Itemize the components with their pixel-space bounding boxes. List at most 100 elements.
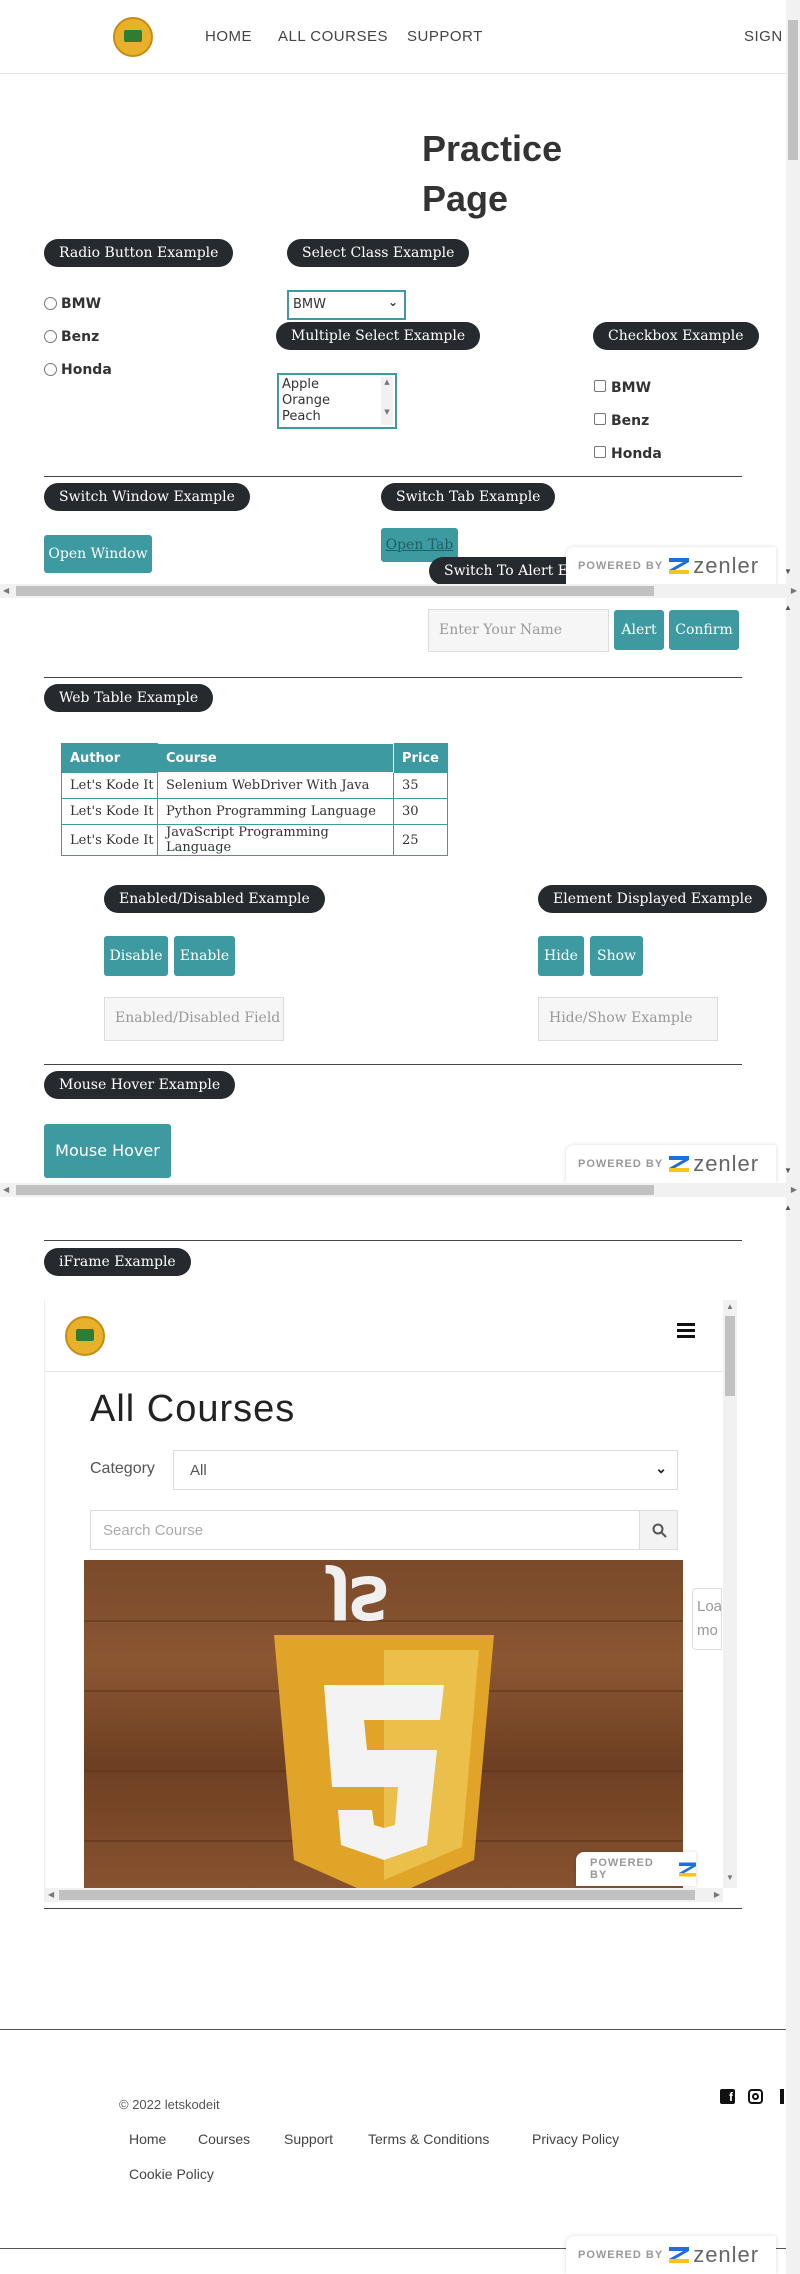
frame-scroll-thumb[interactable]: [16, 586, 654, 596]
mouse-hover-button[interactable]: Mouse Hover: [44, 1124, 171, 1178]
radio-honda-label: Honda: [61, 362, 112, 378]
iframe-scroll-left-arrow[interactable]: ◀: [48, 1890, 54, 1899]
footer-link-terms[interactable]: Terms & Conditions: [368, 2131, 489, 2147]
switch-tab-title: Switch Tab Example: [381, 483, 556, 511]
zenler-logo-icon: [678, 1862, 696, 1876]
table-cell: Let's Kode It: [61, 798, 158, 825]
enabled-disabled-field[interactable]: Enabled/Disabled Field: [104, 997, 284, 1041]
fruit-multiselect[interactable]: Apple Orange Peach ▲ ▼: [277, 373, 397, 429]
iframe-horizontal-scrollbar[interactable]: ◀ ▶: [45, 1888, 723, 1902]
nav-home[interactable]: HOME: [205, 28, 252, 45]
mouse-hover-title: Mouse Hover Example: [44, 1071, 236, 1099]
fruit-option-orange[interactable]: Orange: [282, 393, 392, 409]
courses-table: Author Course Price Let's Kode It Seleni…: [61, 743, 448, 856]
social-icon-partial[interactable]: [780, 2089, 784, 2104]
zenler-badge-2[interactable]: POWERED BY zenler: [566, 1145, 776, 1183]
nav-support[interactable]: SUPPORT: [407, 28, 483, 45]
footer-link-cookie[interactable]: Cookie Policy: [129, 2166, 214, 2182]
table-row: Let's Kode It Selenium WebDriver With Ja…: [61, 772, 448, 799]
iframe-scroll-right-arrow[interactable]: ▶: [714, 1890, 720, 1899]
iframe-scroll-thumb[interactable]: [725, 1316, 735, 1396]
footer-link-privacy[interactable]: Privacy Policy: [532, 2131, 619, 2147]
car-select-value: BMW: [293, 297, 326, 312]
category-select[interactable]: All ⌄: [173, 1450, 678, 1490]
table-cell: Let's Kode It: [61, 772, 158, 799]
frame-scroll-up-arrow[interactable]: ▲: [784, 1203, 792, 1212]
powered-by-text: POWERED BY: [578, 1158, 664, 1170]
nav-sign-in[interactable]: SIGN: [744, 28, 783, 45]
table-header: Price: [393, 743, 448, 773]
chevron-down-icon: ⌄: [387, 295, 398, 309]
radio-honda[interactable]: [44, 363, 57, 376]
zenler-badge-3[interactable]: POWERED BY zenler: [566, 2236, 776, 2274]
iframe-scroll-down-arrow[interactable]: ▼: [726, 1873, 734, 1882]
fruit-option-apple[interactable]: Apple: [282, 377, 392, 393]
powered-by-text: POWERED BY: [590, 1857, 654, 1881]
powered-by-text: POWERED BY: [578, 2249, 664, 2261]
iframe-hscroll-thumb[interactable]: [59, 1890, 695, 1900]
side-text-2: mo: [697, 1622, 718, 1639]
section-divider: [44, 1064, 742, 1065]
hamburger-menu-icon[interactable]: [677, 1323, 695, 1339]
iframe-logo[interactable]: [65, 1316, 105, 1356]
scroll-left-arrow[interactable]: ◀: [3, 1185, 9, 1194]
footer-link-courses[interactable]: Courses: [198, 2131, 250, 2147]
table-cell: 30: [393, 798, 448, 825]
instagram-icon[interactable]: [748, 2089, 763, 2104]
facebook-icon[interactable]: f: [720, 2089, 735, 2104]
page-scrollbar[interactable]: [786, 0, 800, 2274]
scroll-left-arrow[interactable]: ◀: [3, 586, 9, 595]
search-course-input[interactable]: Search Course: [90, 1510, 641, 1550]
scroll-right-arrow[interactable]: ▶: [791, 1185, 797, 1194]
checkbox-bmw[interactable]: [594, 380, 606, 392]
frame-horizontal-scrollbar[interactable]: ◀ ▶: [0, 1183, 800, 1197]
hide-button[interactable]: Hide: [538, 936, 584, 976]
radio-benz[interactable]: [44, 330, 57, 343]
hide-show-field[interactable]: Hide/Show Example: [538, 997, 718, 1041]
table-cell: Python Programming Language: [157, 798, 394, 825]
zenler-logo-icon: [669, 1156, 690, 1172]
show-button[interactable]: Show: [590, 936, 643, 976]
zenler-badge-1[interactable]: POWERED BY zenler: [566, 547, 776, 585]
disable-button[interactable]: Disable: [104, 936, 168, 976]
alert-name-input[interactable]: Enter Your Name: [428, 609, 609, 652]
iframe-scroll-up-arrow[interactable]: ▲: [726, 1302, 734, 1311]
frame-scroll-up-arrow[interactable]: ▲: [784, 603, 792, 612]
footer-link-home[interactable]: Home: [129, 2131, 166, 2147]
checkbox-honda[interactable]: [594, 446, 606, 458]
courses-iframe[interactable]: All Courses Category All ⌄ Search Course…: [44, 1300, 742, 1902]
course-card-image[interactable]: JS: [84, 1560, 683, 1900]
table-header-row: Author Course Price: [61, 743, 448, 773]
html5-shield-icon: [274, 1635, 494, 1900]
enable-button[interactable]: Enable: [174, 936, 235, 976]
car-select[interactable]: BMW ⌄: [287, 290, 406, 320]
page-scrollbar-thumb[interactable]: [788, 20, 798, 160]
iframe-vertical-scrollbar[interactable]: ▲ ▼: [723, 1300, 737, 1888]
frame-horizontal-scrollbar[interactable]: ◀ ▶: [0, 584, 800, 598]
footer-link-support[interactable]: Support: [284, 2131, 333, 2147]
search-button[interactable]: [639, 1510, 678, 1550]
open-window-button[interactable]: Open Window: [44, 535, 152, 573]
section-divider: [44, 1908, 742, 1909]
table-cell: 35: [393, 772, 448, 799]
nav-all-courses[interactable]: ALL COURSES: [278, 28, 388, 45]
radio-bmw[interactable]: [44, 297, 57, 310]
table-row: Let's Kode It Python Programming Languag…: [61, 798, 448, 825]
site-header: HOME ALL COURSES SUPPORT SIGN: [0, 0, 786, 74]
checkbox-benz[interactable]: [594, 413, 606, 425]
alert-button[interactable]: Alert: [614, 610, 664, 650]
table-cell: Selenium WebDriver With Java: [157, 772, 394, 799]
fruit-option-peach[interactable]: Peach: [282, 409, 392, 425]
multiselect-scrollbar[interactable]: ▲ ▼: [381, 377, 393, 425]
section-divider: [44, 476, 742, 477]
iframe-zenler-badge[interactable]: POWERED BY: [576, 1852, 696, 1886]
frame-scroll-down-arrow[interactable]: ▼: [784, 1166, 792, 1175]
table-header: Course: [157, 743, 394, 773]
confirm-button[interactable]: Confirm: [669, 610, 739, 650]
scroll-right-arrow[interactable]: ▶: [791, 586, 797, 595]
js-label-icon: JS: [329, 1562, 387, 1632]
frame-scroll-thumb[interactable]: [16, 1185, 654, 1195]
site-logo[interactable]: [113, 17, 153, 57]
web-table-title: Web Table Example: [44, 684, 214, 712]
frame-scroll-down-arrow[interactable]: ▼: [784, 567, 792, 576]
